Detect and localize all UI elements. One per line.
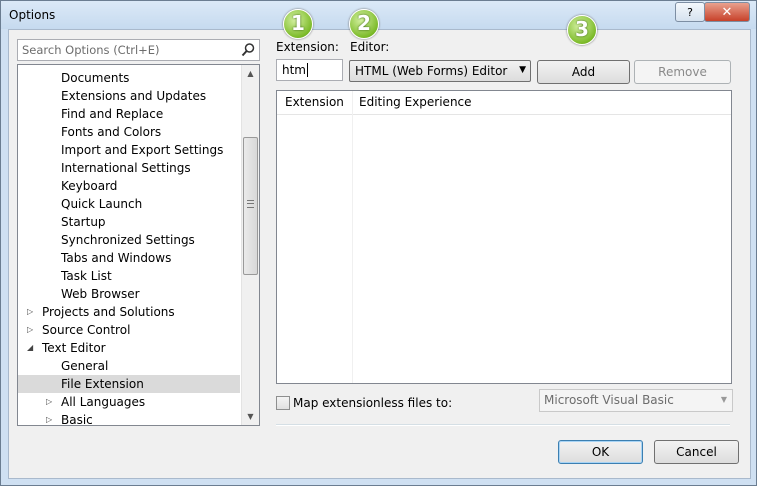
- column-header-extension[interactable]: Extension: [285, 95, 344, 109]
- tree-item[interactable]: International Settings: [18, 159, 240, 177]
- cancel-button[interactable]: Cancel: [654, 440, 739, 464]
- tree-item-label: Find and Replace: [61, 107, 164, 121]
- tree-item-label: Fonts and Colors: [61, 125, 162, 139]
- tree-item[interactable]: Import and Export Settings: [18, 141, 240, 159]
- dialog-client-area: Search Options (Ctrl+E) Documents Extensi…: [8, 9, 751, 479]
- text-caret: [307, 63, 308, 77]
- tree-item[interactable]: ▷ Projects and Solutions: [18, 303, 240, 321]
- tree-item[interactable]: Documents: [18, 69, 240, 87]
- editor-selected-value: HTML (Web Forms) Editor: [355, 64, 508, 78]
- search-icon[interactable]: [240, 42, 256, 58]
- callout-badge-1: 1: [283, 9, 313, 39]
- close-button[interactable]: ✕: [704, 2, 750, 22]
- tree-item-label: Import and Export Settings: [61, 143, 224, 157]
- chevron-down-icon: ▼: [519, 65, 526, 75]
- tree-item[interactable]: Keyboard: [18, 177, 240, 195]
- scroll-thumb[interactable]: [243, 137, 258, 275]
- tree-item-label: Startup: [61, 215, 106, 229]
- callout-badge-2: 2: [349, 9, 379, 39]
- tree-item-label: Tabs and Windows: [61, 251, 172, 265]
- divider: [276, 424, 730, 426]
- tree-item[interactable]: ◢ Text Editor: [18, 339, 240, 357]
- tree-item-label: Quick Launch: [61, 197, 143, 211]
- collapsed-arrow-icon[interactable]: ▷: [46, 393, 52, 411]
- callout-badge-3: 3: [567, 15, 597, 45]
- tree-item-label: Basic: [61, 413, 93, 426]
- window-title: Options: [9, 8, 56, 22]
- scroll-up-arrow-icon[interactable]: ▲: [242, 65, 259, 82]
- tree-item[interactable]: ▷ All Languages: [18, 393, 240, 411]
- tree-item[interactable]: Extensions and Updates: [18, 87, 240, 105]
- extension-value: htm: [282, 63, 306, 77]
- tree-item-label: General: [61, 359, 109, 373]
- options-tree[interactable]: Documents Extensions and Updates Find and …: [17, 64, 260, 426]
- tree-item[interactable]: Startup: [18, 213, 240, 231]
- tree-item[interactable]: Web Browser: [18, 285, 240, 303]
- tree-item-label: File Extension: [61, 377, 144, 391]
- tree-item[interactable]: File Extension: [18, 375, 240, 393]
- options-dialog: Options ? ✕ Search Options (Ctrl+E) Docu…: [0, 0, 757, 486]
- map-extensionless-checkbox[interactable]: [276, 396, 290, 410]
- tree-item-label: Source Control: [42, 323, 131, 337]
- tree-item[interactable]: Task List: [18, 267, 240, 285]
- editor-label: Editor:: [350, 40, 390, 54]
- tree-item-label: International Settings: [61, 161, 191, 175]
- map-selected-value: Microsoft Visual Basic: [544, 393, 674, 407]
- remove-button[interactable]: Remove: [634, 60, 731, 84]
- scroll-down-arrow-icon[interactable]: ▼: [242, 408, 259, 425]
- column-header-editing-experience[interactable]: Editing Experience: [359, 95, 472, 109]
- tree-item-label: Extensions and Updates: [61, 89, 207, 103]
- grip-icon: [247, 200, 254, 208]
- tree-item-label: Projects and Solutions: [42, 305, 175, 319]
- tree-item-label: Web Browser: [61, 287, 140, 301]
- tree-item-label: Task List: [61, 269, 112, 283]
- tree-item[interactable]: General: [18, 357, 240, 375]
- list-header: Extension Editing Experience: [277, 91, 731, 115]
- tree-item[interactable]: ▷ Basic: [18, 411, 240, 426]
- editor-dropdown[interactable]: HTML (Web Forms) Editor ▼: [349, 60, 531, 82]
- extension-input[interactable]: htm: [276, 59, 343, 81]
- help-button[interactable]: ?: [675, 2, 705, 22]
- tree-item[interactable]: Synchronized Settings: [18, 231, 240, 249]
- tree-item-label: Synchronized Settings: [61, 233, 195, 247]
- collapsed-arrow-icon[interactable]: ▷: [46, 411, 52, 425]
- tree-item-label: All Languages: [61, 395, 146, 409]
- collapsed-arrow-icon[interactable]: ▷: [27, 303, 33, 321]
- column-divider: [352, 91, 353, 383]
- search-placeholder: Search Options (Ctrl+E): [22, 43, 160, 57]
- tree-item[interactable]: Tabs and Windows: [18, 249, 240, 267]
- search-input[interactable]: Search Options (Ctrl+E): [17, 39, 260, 61]
- ok-button[interactable]: OK: [558, 440, 643, 464]
- tree-item-label: Documents: [61, 71, 130, 85]
- tree-item[interactable]: ▷ Source Control: [18, 321, 240, 339]
- chevron-down-icon: ▼: [720, 395, 727, 404]
- tree-item[interactable]: Fonts and Colors: [18, 123, 240, 141]
- expanded-arrow-icon[interactable]: ◢: [27, 339, 33, 357]
- collapsed-arrow-icon[interactable]: ▷: [27, 321, 33, 339]
- tree-item[interactable]: Quick Launch: [18, 195, 240, 213]
- map-extensionless-dropdown[interactable]: Microsoft Visual Basic ▼: [539, 389, 733, 412]
- tree-scrollbar[interactable]: ▲ ▼: [241, 65, 259, 425]
- tree-item-label: Keyboard: [61, 179, 118, 193]
- extension-label: Extension:: [276, 40, 339, 54]
- tree-item-label: Text Editor: [42, 341, 106, 355]
- add-button[interactable]: Add: [537, 60, 630, 84]
- tree-item[interactable]: Find and Replace: [18, 105, 240, 123]
- map-extensionless-label: Map extensionless files to:: [293, 396, 453, 410]
- extension-mapping-list[interactable]: Extension Editing Experience: [276, 90, 732, 384]
